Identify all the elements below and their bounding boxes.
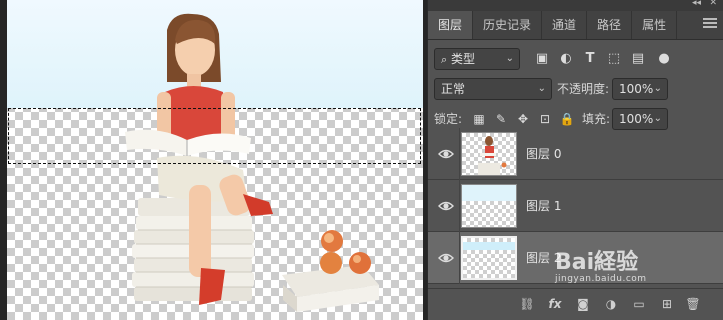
fill-input[interactable]: 100% ⌄: [612, 108, 668, 130]
trash-icon[interactable]: 🗑: [684, 295, 702, 313]
layer-name[interactable]: 图层 0: [526, 145, 561, 162]
layers-bottom-toolbar: ⛓ fx ◙ ◑ ▭ ⊞ 🗑: [428, 288, 723, 320]
panel-menu-icon[interactable]: [703, 18, 717, 30]
smart-object-filter-icon[interactable]: ▤: [628, 49, 648, 69]
search-icon: ⌕: [441, 53, 448, 66]
adjustment-layer-icon[interactable]: ◑: [602, 295, 620, 313]
layer-thumbnail-layer-0[interactable]: [461, 132, 517, 176]
link-layers-icon[interactable]: ⛓: [518, 295, 536, 313]
new-group-icon[interactable]: ▭: [630, 295, 648, 313]
opacity-input[interactable]: 100% ⌄: [612, 78, 668, 100]
tab-paths[interactable]: 路径: [587, 11, 633, 39]
lock-all-icon[interactable]: 🔒: [558, 110, 576, 128]
panel-header-strip: ◂◂ ✕: [428, 0, 723, 11]
opacity-value: 100%: [619, 82, 654, 96]
layer-thumbnail-layer-2[interactable]: [461, 236, 517, 280]
visibility-eye-icon[interactable]: [438, 198, 454, 214]
visibility-column-divider: [459, 180, 460, 232]
tab-layers[interactable]: 图层: [428, 11, 474, 39]
layer-row-layer-0[interactable]: 图层 0: [428, 128, 723, 180]
chevron-down-icon: ⌄: [653, 83, 662, 94]
add-mask-icon[interactable]: ◙: [574, 295, 592, 313]
layer-name[interactable]: 图层 2: [526, 249, 561, 266]
pixel-layer-filter-icon[interactable]: ▣: [532, 49, 552, 69]
chevron-down-icon: ⌄: [537, 83, 546, 94]
lock-label: 锁定:: [434, 112, 463, 126]
blend-opacity-row: 正常 ⌄ 不透明度: 100% ⌄: [428, 74, 723, 104]
shape-layer-filter-icon[interactable]: ⬚: [604, 49, 624, 69]
fill-label: 填充:: [582, 112, 611, 126]
close-panel-icon[interactable]: ✕: [709, 0, 717, 8]
lock-transparent-pixels-icon[interactable]: ▦: [470, 110, 488, 128]
panel-tabs: 图层 历史记录 通道 路径 属性: [428, 11, 723, 40]
document-canvas[interactable]: [7, 0, 423, 320]
filter-type-label: 类型: [451, 52, 476, 66]
layer-thumbnail-layer-1[interactable]: [461, 184, 517, 228]
lock-image-pixels-icon[interactable]: ✎: [492, 110, 510, 128]
visibility-column-divider: [459, 232, 460, 284]
fill-value: 100%: [619, 112, 654, 126]
type-layer-filter-icon[interactable]: T: [580, 49, 600, 69]
layers-panel: ◂◂ ✕ 图层 历史记录 通道 路径 属性 ⌕ 类型 ⌄ ▣ ◐ T ⬚ ▤ ●…: [427, 0, 723, 320]
blend-mode-value: 正常: [441, 82, 466, 96]
chevron-down-icon: ⌄: [653, 113, 662, 124]
layer-style-icon[interactable]: fx: [546, 295, 564, 313]
tab-history[interactable]: 历史记录: [473, 11, 543, 39]
visibility-eye-icon[interactable]: [438, 250, 454, 266]
opacity-label: 不透明度:: [557, 82, 610, 96]
filter-toggle-icon[interactable]: ●: [654, 49, 674, 69]
collapse-panels-icon[interactable]: ◂◂: [692, 0, 701, 8]
document-canvas-area[interactable]: [0, 0, 427, 320]
new-layer-icon[interactable]: ⊞: [658, 295, 676, 313]
blend-mode-select[interactable]: 正常 ⌄: [434, 78, 552, 100]
layer-row-layer-1[interactable]: 图层 1: [428, 180, 723, 232]
visibility-column-divider: [459, 128, 460, 180]
tab-properties[interactable]: 属性: [632, 11, 678, 39]
girl-reading-photo: [125, 13, 379, 312]
layer-filter-select[interactable]: ⌕ 类型 ⌄: [434, 48, 520, 70]
layer-row-layer-2[interactable]: 图层 2: [428, 232, 723, 284]
chevron-down-icon: ⌄: [505, 53, 514, 64]
adjustment-layer-filter-icon[interactable]: ◐: [556, 49, 576, 69]
filter-row: ⌕ 类型 ⌄ ▣ ◐ T ⬚ ▤ ●: [428, 44, 723, 74]
visibility-eye-icon[interactable]: [438, 146, 454, 162]
lock-artboard-icon[interactable]: ⊡: [536, 110, 554, 128]
layer-list: 图层 0 图层 1 图层 2: [428, 128, 723, 284]
lock-position-icon[interactable]: ✥: [514, 110, 532, 128]
tab-channels[interactable]: 通道: [542, 11, 588, 39]
layer-name[interactable]: 图层 1: [526, 197, 561, 214]
